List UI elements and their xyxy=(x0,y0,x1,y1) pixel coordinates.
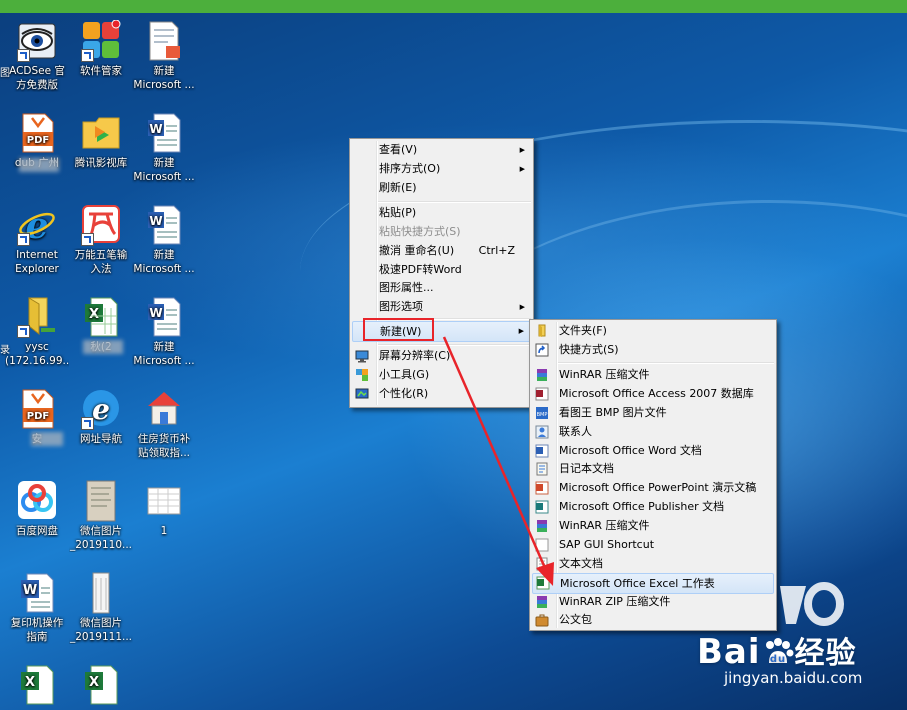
baidu-watermark-url: jingyan.baidu.com xyxy=(724,669,863,687)
desktop[interactable]: 图 录 ACDSee 官 方免费版 PDF dub 广州 e Internet … xyxy=(0,0,907,710)
annotation-arrow xyxy=(442,336,554,586)
svg-text:du: du xyxy=(769,654,785,665)
win7-logo-fragment xyxy=(776,578,846,639)
baidu-paw-icon: du xyxy=(761,636,795,666)
